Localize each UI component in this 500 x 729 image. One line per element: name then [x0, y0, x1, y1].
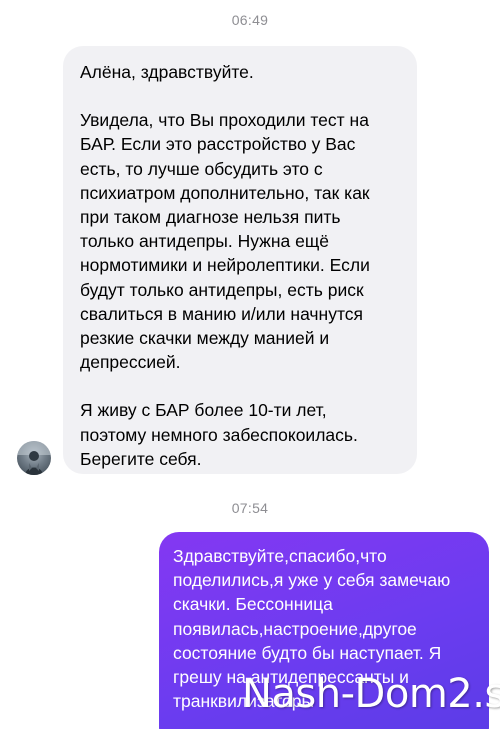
message-timestamp: 07:54: [231, 500, 269, 516]
message-paragraph: Увидела, что Вы проходили тест на БАР. Е…: [80, 110, 370, 373]
user-avatar-icon: [17, 441, 51, 475]
message-timestamp: 06:49: [231, 12, 269, 28]
message-greeting: Алёна, здравствуйте.: [80, 62, 254, 82]
incoming-message-bubble[interactable]: Алёна, здравствуйте. Увидела, что Вы про…: [63, 46, 417, 474]
chat-screen: 06:49 Алёна, здравствуйте. Увидела, что …: [0, 0, 500, 729]
message-paragraph: Я живу с БАР более 10-ти лет, поэтому не…: [80, 400, 358, 469]
sender-avatar[interactable]: [17, 441, 51, 475]
watermark: Nash-Dom2.su: [242, 671, 500, 717]
